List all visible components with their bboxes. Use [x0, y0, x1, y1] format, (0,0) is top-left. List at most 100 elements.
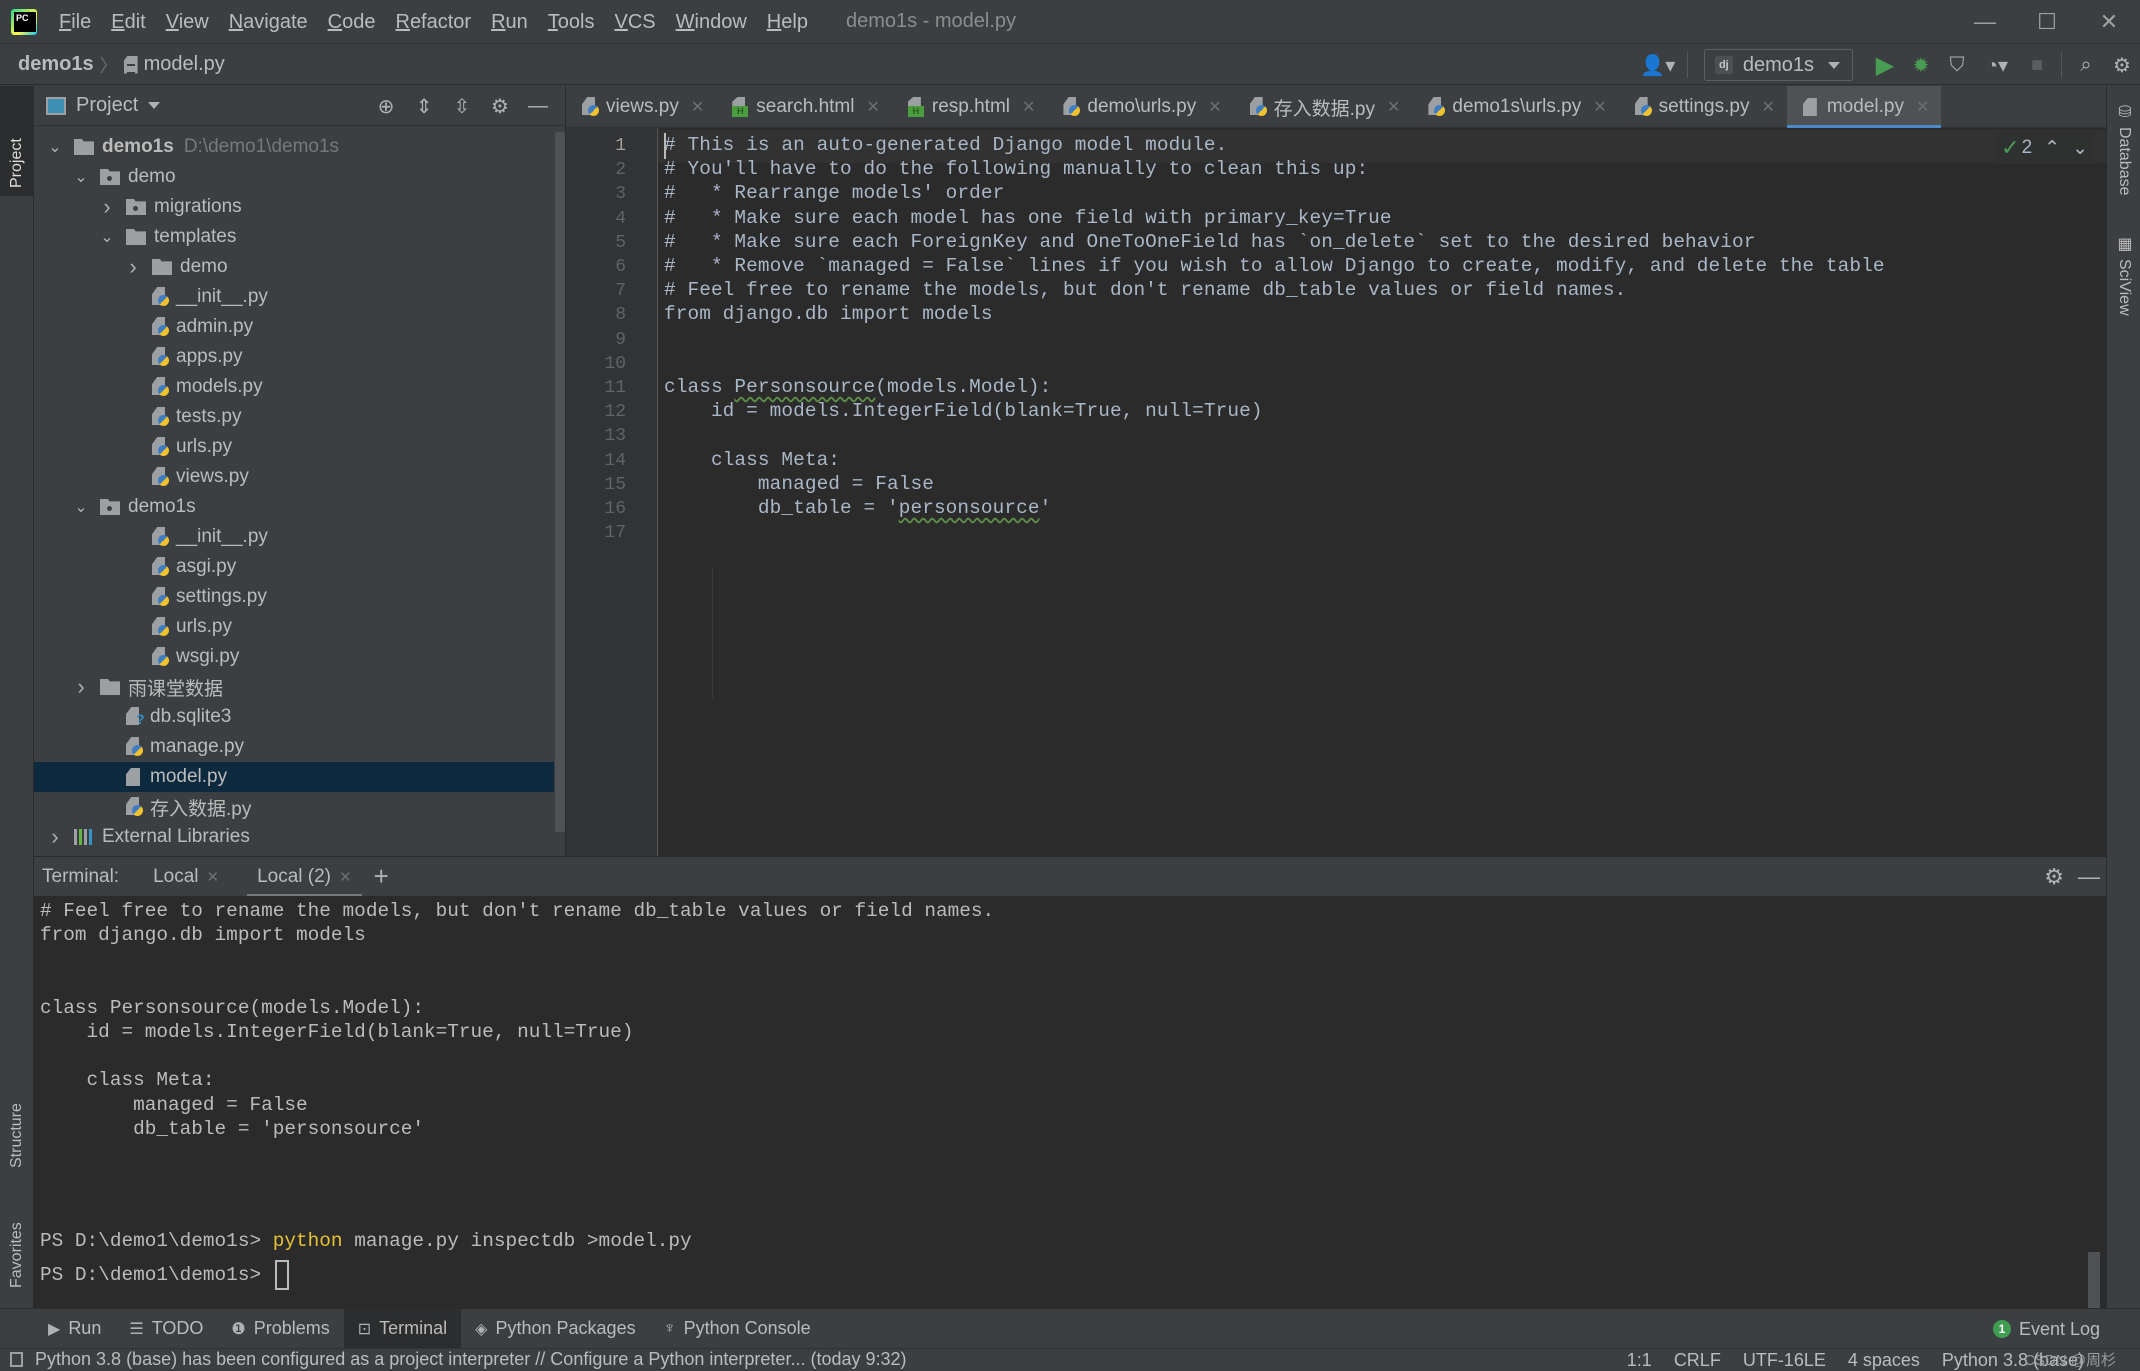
caret-position[interactable]: 1:1	[1627, 1350, 1652, 1371]
project-tree-scrollbar[interactable]	[555, 132, 565, 832]
chevron-right-icon[interactable]: ›	[100, 194, 114, 220]
close-button[interactable]: ✕	[2078, 0, 2140, 44]
tree-item[interactable]: asgi.py	[34, 552, 554, 582]
terminal-input-line[interactable]: PS D:\demo1\demo1s>	[40, 1260, 289, 1290]
tool-tab-favorites[interactable]: Favorites	[0, 1186, 34, 1296]
next-highlight-icon[interactable]: ⌄	[2072, 137, 2088, 160]
hide-panel-icon[interactable]: —	[2078, 864, 2100, 890]
tool-tab-sciview[interactable]: ▦ SciView	[2107, 228, 2140, 338]
tree-item[interactable]: __init__.py	[34, 282, 554, 312]
chevron-down-icon[interactable]	[148, 102, 161, 109]
line-separator[interactable]: CRLF	[1674, 1350, 1721, 1371]
minimize-button[interactable]: —	[1954, 0, 2016, 44]
tree-item[interactable]: ⌄ templates	[34, 222, 554, 252]
editor-tab[interactable]: search.html ✕	[716, 86, 892, 128]
tool-tab-structure[interactable]: Structure	[0, 1056, 34, 1176]
tree-item[interactable]: __init__.py	[34, 522, 554, 552]
close-icon[interactable]: ✕	[1022, 97, 1035, 117]
debug-icon[interactable]: ✹	[1903, 49, 1939, 81]
tree-item[interactable]: settings.py	[34, 582, 554, 612]
tree-item[interactable]: admin.py	[34, 312, 554, 342]
chevron-down-icon[interactable]: ⌄	[74, 167, 88, 187]
profile-icon[interactable]: ◔▾	[1975, 49, 2019, 81]
stop-icon[interactable]: ■	[2019, 49, 2055, 81]
menu-help[interactable]: Help	[757, 0, 818, 44]
tool-window-problems[interactable]: ❶ Problems	[217, 1309, 343, 1349]
tool-tab-project[interactable]: Project	[0, 86, 34, 196]
editor-tab[interactable]: settings.py ✕	[1619, 86, 1787, 128]
menu-code[interactable]: Code	[318, 0, 386, 44]
hide-panel-icon[interactable]: —	[519, 90, 557, 122]
menu-refactor[interactable]: Refactor	[385, 0, 481, 44]
chevron-right-icon[interactable]: ›	[126, 254, 140, 280]
terminal-tab-local-2[interactable]: Local (2) ✕	[247, 857, 362, 897]
tree-item[interactable]: ⌄ demo1s	[34, 492, 554, 522]
indent-settings[interactable]: 4 spaces	[1848, 1350, 1920, 1371]
chevron-down-icon[interactable]: ⌄	[74, 497, 88, 517]
close-icon[interactable]: ✕	[1761, 97, 1774, 117]
tree-item[interactable]: models.py	[34, 372, 554, 402]
tool-tab-database[interactable]: ⛁ Database	[2107, 96, 2140, 236]
close-icon[interactable]: ✕	[1593, 97, 1606, 117]
editor-tab[interactable]: demo1s\urls.py ✕	[1412, 86, 1618, 128]
project-view-selector[interactable]: Project	[76, 94, 138, 117]
tree-item[interactable]: 存入数据.py	[34, 792, 554, 822]
chevron-right-icon[interactable]: ›	[74, 674, 88, 700]
search-icon[interactable]: ⌕	[2068, 49, 2104, 81]
coverage-icon[interactable]: ⛉	[1939, 49, 1975, 81]
terminal-output[interactable]: # Feel free to rename the models, but do…	[34, 896, 2106, 1308]
chevron-down-icon[interactable]: ⌄	[100, 227, 114, 247]
menu-view[interactable]: View	[156, 0, 219, 44]
close-icon[interactable]: ✕	[1387, 97, 1400, 117]
collapse-all-icon[interactable]: ⇳	[443, 90, 481, 122]
tree-item[interactable]: › 雨课堂数据	[34, 672, 554, 702]
tree-item[interactable]: › External Libraries	[34, 822, 554, 852]
tree-item[interactable]: db.sqlite3	[34, 702, 554, 732]
toggle-tool-windows-icon[interactable]	[10, 1352, 23, 1367]
menu-edit[interactable]: Edit	[101, 0, 155, 44]
menu-vcs[interactable]: VCS	[605, 0, 666, 44]
close-icon[interactable]: ✕	[339, 868, 352, 886]
terminal-tab-local[interactable]: Local ✕	[143, 857, 229, 897]
tree-item[interactable]: ⌄ demo	[34, 162, 554, 192]
tree-item[interactable]: views.py	[34, 462, 554, 492]
editor-tab[interactable]: 存入数据.py ✕	[1234, 86, 1413, 128]
settings-icon[interactable]: ⚙	[2104, 49, 2140, 81]
previous-highlight-icon[interactable]: ⌃	[2044, 137, 2060, 160]
settings-icon[interactable]: ⚙	[2044, 864, 2064, 890]
menu-window[interactable]: Window	[666, 0, 757, 44]
editor-tab[interactable]: resp.html ✕	[892, 86, 1048, 128]
tree-item[interactable]: apps.py	[34, 342, 554, 372]
chevron-down-icon[interactable]: ⌄	[48, 137, 62, 157]
user-icon[interactable]: 👤▾	[1635, 49, 1681, 81]
close-icon[interactable]: ✕	[691, 97, 704, 117]
event-log-button[interactable]: 1 Event Log	[1992, 1309, 2100, 1349]
settings-icon[interactable]: ⚙	[481, 90, 519, 122]
breadcrumb-project[interactable]: demo1s	[18, 53, 94, 76]
menu-tools[interactable]: Tools	[538, 0, 605, 44]
menu-file[interactable]: File	[49, 0, 101, 44]
tree-item[interactable]: wsgi.py	[34, 642, 554, 672]
close-icon[interactable]: ✕	[866, 97, 879, 117]
maximize-button[interactable]: ☐	[2016, 0, 2078, 44]
new-terminal-button[interactable]: +	[374, 861, 389, 892]
close-icon[interactable]: ✕	[1916, 97, 1929, 117]
editor-tab[interactable]: views.py ✕	[566, 86, 716, 128]
tool-window-python-packages[interactable]: ◈ Python Packages	[461, 1309, 649, 1349]
menu-navigate[interactable]: Navigate	[219, 0, 318, 44]
file-encoding[interactable]: UTF-16LE	[1743, 1350, 1826, 1371]
tree-item[interactable]: urls.py	[34, 432, 554, 462]
inspection-widget[interactable]: ✓ 2 ⌃ ⌄	[1995, 132, 2094, 164]
tool-window-python-console[interactable]: ♆ Python Console	[650, 1309, 825, 1349]
menu-run[interactable]: Run	[481, 0, 538, 44]
close-icon[interactable]: ✕	[1208, 97, 1221, 117]
tool-window-terminal[interactable]: ⊡ Terminal	[343, 1308, 462, 1349]
tree-item[interactable]: model.py	[34, 762, 554, 792]
tree-item[interactable]: › demo	[34, 252, 554, 282]
tree-item[interactable]: ⌄ demo1s D:\demo1\demo1s	[34, 132, 554, 162]
terminal-scrollbar[interactable]	[2088, 1252, 2100, 1308]
editor-tab[interactable]: demo\urls.py ✕	[1047, 86, 1233, 128]
breadcrumb-file[interactable]: model.py	[144, 53, 225, 76]
chevron-right-icon[interactable]: ›	[48, 824, 62, 850]
tree-item[interactable]: manage.py	[34, 732, 554, 762]
